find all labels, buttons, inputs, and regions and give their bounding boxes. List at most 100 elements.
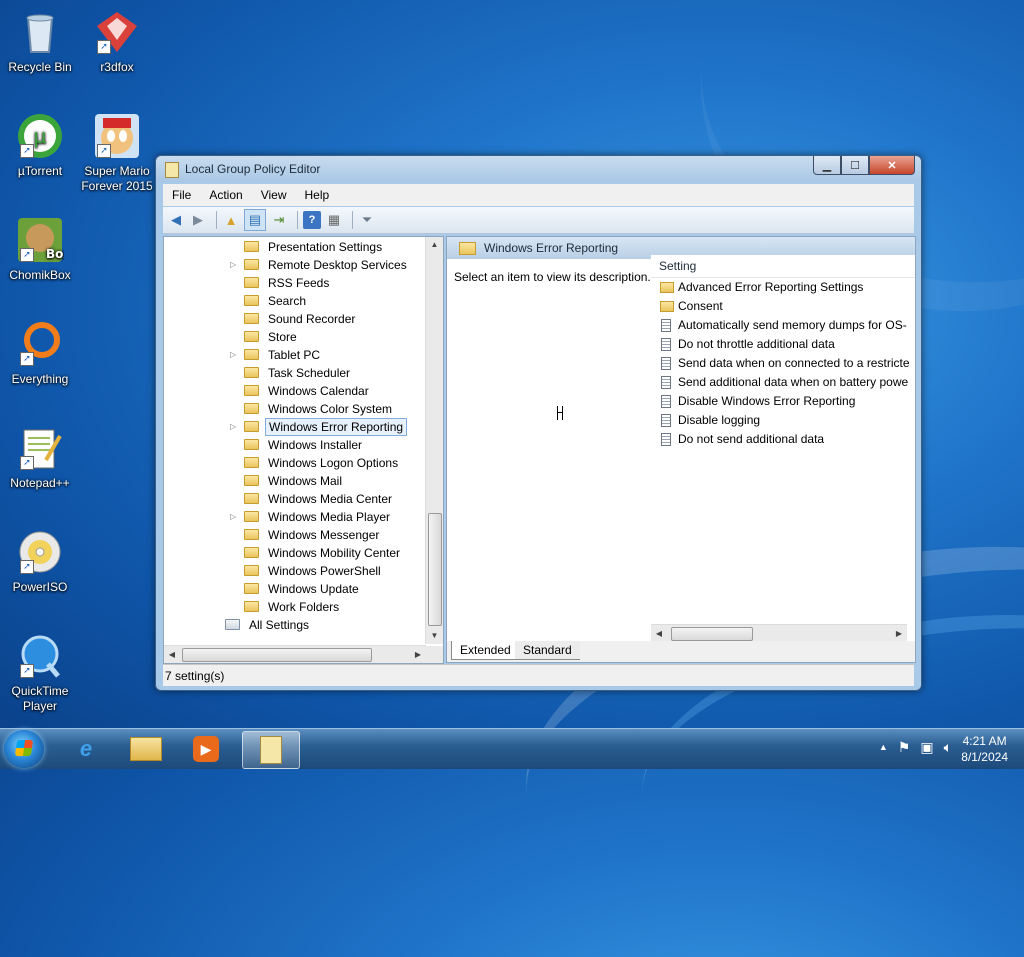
setting-row[interactable]: Consent [651, 297, 915, 316]
tree-item[interactable]: Store [164, 328, 428, 346]
scroll-thumb[interactable] [182, 648, 372, 662]
show-hidden-icons-icon[interactable]: ▲ [879, 739, 888, 756]
start-button[interactable] [4, 730, 44, 768]
scroll-left-icon[interactable]: ◀ [651, 625, 667, 642]
tree-item-all-settings[interactable]: All Settings [164, 616, 428, 634]
export-list-icon[interactable]: ⇥ [270, 211, 288, 229]
taskbar-group-policy-editor[interactable] [242, 731, 300, 769]
scroll-left-icon[interactable]: ◀ [164, 646, 180, 663]
desktop-icon-notepadpp[interactable]: ➚ Notepad++ [0, 424, 80, 491]
desktop-icon-utorrent[interactable]: µ ➚ µTorrent [0, 112, 80, 179]
tree-item[interactable]: Windows Media Center [164, 490, 428, 508]
up-folder-icon[interactable]: ▲ [222, 211, 240, 229]
setting-row[interactable]: Send additional data when on battery pow… [651, 373, 915, 392]
title-bar[interactable]: Local Group Policy Editor ▁ ☐ ✕ [156, 156, 921, 182]
scroll-right-icon[interactable]: ▶ [410, 646, 426, 663]
desktop-icon-quicktime[interactable]: ➚ QuickTime Player [0, 632, 80, 714]
menu-bar: File Action View Help [163, 184, 914, 206]
tree-item[interactable]: ▷ Tablet PC [164, 346, 428, 364]
tree-item[interactable]: Search [164, 292, 428, 310]
list-horizontal-scrollbar[interactable]: ◀ ▶ [651, 624, 907, 642]
clock-time: 4:21 AM [962, 734, 1007, 748]
desktop-icon-label: Everything [11, 372, 69, 386]
tree-item[interactable]: Windows Update [164, 580, 428, 598]
setting-row[interactable]: Automatically send memory dumps for OS- [651, 316, 915, 335]
close-button[interactable]: ✕ [869, 156, 915, 175]
tree-item[interactable]: RSS Feeds [164, 274, 428, 292]
taskbar-internet-explorer[interactable]: e [58, 731, 114, 767]
setting-row[interactable]: Disable logging [651, 411, 915, 430]
tree-item[interactable]: ▷ Remote Desktop Services [164, 256, 428, 274]
scroll-thumb[interactable] [428, 513, 442, 626]
system-tray: ▲ ⚑ ▣ 🔈︎ [879, 739, 952, 756]
scroll-down-icon[interactable]: ▼ [426, 628, 443, 644]
tree-item-label: Store [268, 330, 297, 344]
taskbar-media-player[interactable]: ▶ [178, 731, 234, 767]
scroll-thumb[interactable] [671, 627, 753, 641]
setting-row[interactable]: Advanced Error Reporting Settings [651, 278, 915, 297]
volume-icon[interactable]: 🔈︎ [944, 739, 952, 756]
tree-item-label: RSS Feeds [268, 276, 330, 290]
scroll-up-icon[interactable]: ▲ [426, 237, 443, 253]
maximize-button[interactable]: ☐ [841, 156, 869, 175]
setting-row[interactable]: Disable Windows Error Reporting [651, 392, 915, 411]
back-arrow-icon[interactable]: ◀ [167, 211, 185, 229]
menu-help[interactable]: Help [296, 188, 339, 202]
tree-item[interactable]: Windows Logon Options [164, 454, 428, 472]
desktop-icon-super-mario[interactable]: ➚ Super Mario Forever 2015 [77, 112, 157, 194]
desktop-icon-chomikbox[interactable]: Box ➚ ChomikBox [0, 216, 80, 283]
tree-item[interactable]: Task Scheduler [164, 364, 428, 382]
policy-tree[interactable]: Presentation Settings ▷ Remote Desktop Ser… [163, 236, 444, 664]
tree-item[interactable]: Windows PowerShell [164, 562, 428, 580]
menu-file[interactable]: File [163, 188, 200, 202]
scroll-right-icon[interactable]: ▶ [891, 625, 907, 642]
tree-horizontal-scrollbar[interactable]: ◀ ▶ [164, 645, 426, 663]
tab-standard[interactable]: Standard [515, 641, 580, 660]
desktop-icon-everything[interactable]: ➚ Everything [0, 320, 80, 387]
setting-row[interactable]: Do not throttle additional data [651, 335, 915, 354]
expand-arrow-icon[interactable]: ▷ [230, 346, 236, 364]
show-hide-tree-icon[interactable]: ▤ [244, 209, 266, 231]
menu-view[interactable]: View [252, 188, 296, 202]
tree-item[interactable]: Windows Mobility Center [164, 544, 428, 562]
shortcut-arrow-icon: ➚ [20, 248, 34, 262]
desktop-icon-recycle-bin[interactable]: Recycle Bin [0, 8, 80, 75]
setting-label: Do not throttle additional data [678, 337, 835, 351]
svg-text:Box: Box [46, 247, 64, 261]
properties-icon[interactable]: ▦ [325, 211, 343, 229]
desktop-icon-poweriso[interactable]: ➚ PowerISO [0, 528, 80, 595]
taskbar-file-explorer[interactable] [118, 731, 174, 767]
column-header-setting[interactable]: Setting [651, 255, 915, 278]
minimize-button[interactable]: ▁ [813, 156, 841, 175]
help-icon[interactable]: ? [303, 211, 321, 229]
clock[interactable]: 4:21 AM 8/1/2024 [961, 733, 1008, 765]
forward-arrow-icon[interactable]: ▶ [189, 211, 207, 229]
tree-item[interactable]: Windows Messenger [164, 526, 428, 544]
expand-arrow-icon[interactable]: ▷ [230, 256, 236, 274]
tree-item[interactable]: Windows Calendar [164, 382, 428, 400]
setting-row[interactable]: Do not send additional data [651, 430, 915, 449]
menu-action[interactable]: Action [200, 188, 251, 202]
tree-item[interactable]: Work Folders [164, 598, 428, 616]
network-icon[interactable]: ▣ [920, 739, 933, 756]
expand-arrow-icon[interactable]: ▷ [230, 418, 236, 436]
tree-vertical-scrollbar[interactable]: ▲ ▼ [425, 237, 443, 644]
tab-extended[interactable]: Extended [451, 641, 520, 660]
filter-icon[interactable]: ⏷ [358, 211, 376, 229]
desktop-icon-label: µTorrent [17, 164, 63, 178]
action-center-flag-icon[interactable]: ⚑ [898, 739, 911, 756]
svg-text:µ: µ [34, 124, 47, 148]
tree-item[interactable]: Sound Recorder [164, 310, 428, 328]
expand-arrow-icon[interactable]: ▷ [230, 508, 236, 526]
policy-setting-icon [661, 376, 671, 389]
policy-setting-icon [661, 319, 671, 332]
tree-item[interactable]: Windows Mail [164, 472, 428, 490]
setting-row[interactable]: Send data when on connected to a restric… [651, 354, 915, 373]
tree-item[interactable]: ▷ Windows Error Reporting [164, 418, 428, 436]
tree-item[interactable]: Windows Installer [164, 436, 428, 454]
tree-item[interactable]: Windows Color System [164, 400, 428, 418]
desktop-icon-label: r3dfox [100, 60, 134, 74]
desktop-icon-r3dfox[interactable]: ➚ r3dfox [77, 8, 157, 75]
tree-item[interactable]: Presentation Settings [164, 238, 428, 256]
tree-item[interactable]: ▷ Windows Media Player [164, 508, 428, 526]
